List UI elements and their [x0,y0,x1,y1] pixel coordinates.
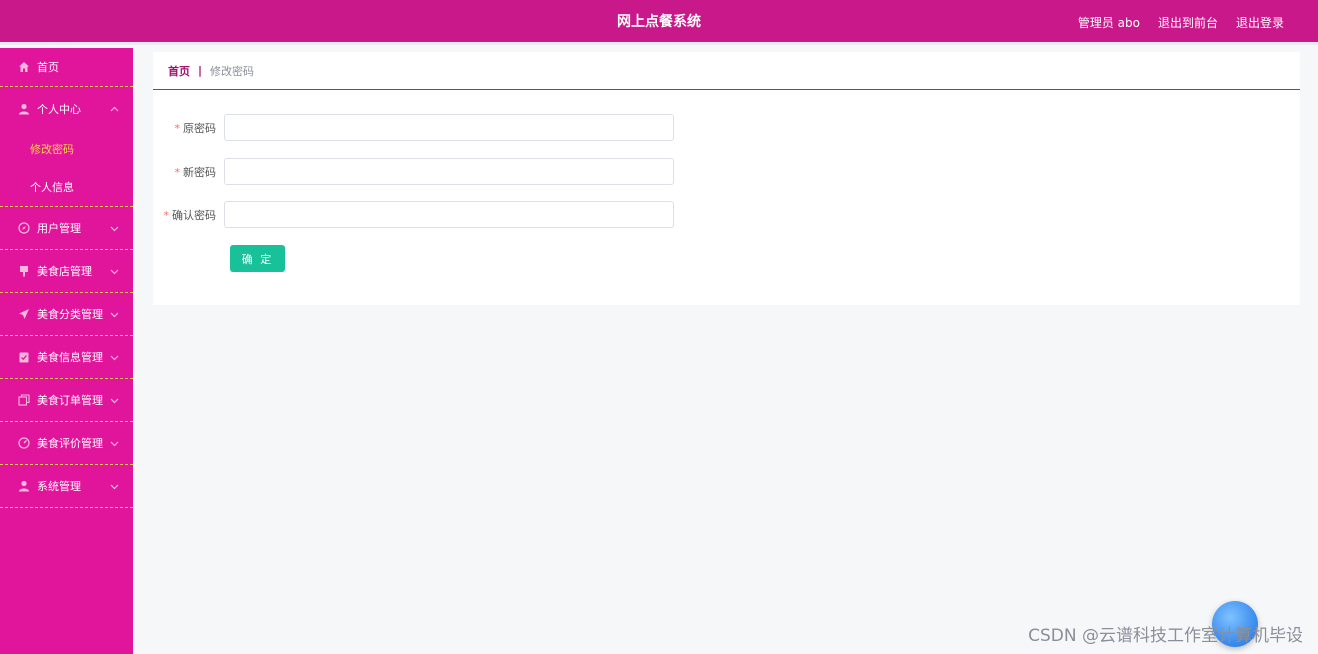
sidebar-item-order-management[interactable]: 美食订单管理 [0,379,133,422]
logout-link[interactable]: 退出登录 [1236,14,1284,31]
new-password-label: * 新密码 [153,164,224,180]
new-password-label-text: 新密码 [183,165,216,179]
sidebar: 首页 个人中心 修改密码 个人信息 用户管理 美食店管理 美食分类管理 美食信息… [0,48,133,654]
sidebar-item-label: 美食分类管理 [37,308,103,321]
sidebar-item-label: 美食评价管理 [37,437,103,450]
sidebar-item-label: 用户管理 [37,222,81,235]
old-password-input[interactable] [224,114,674,141]
breadcrumb: 首页 | 修改密码 [153,52,1300,90]
old-password-label: * 原密码 [153,120,224,136]
chevron-down-icon [110,309,119,318]
chevron-up-icon [110,104,119,113]
chevron-down-icon [110,438,119,447]
submit-button[interactable]: 确 定 [230,245,285,272]
sidebar-item-label: 美食信息管理 [37,351,103,364]
user-icon [18,103,30,115]
breadcrumb-home-link[interactable]: 首页 [168,63,190,79]
send-icon [18,308,30,320]
gauge-icon [18,437,30,449]
sidebar-item-user-management[interactable]: 用户管理 [0,207,133,250]
sidebar-item-food-info-management[interactable]: 美食信息管理 [0,336,133,379]
old-password-label-text: 原密码 [183,121,216,135]
old-password-row: * 原密码 [153,114,674,141]
compass-icon [18,222,30,234]
current-user-label: 管理员 abo [1077,16,1140,30]
sidebar-item-system-management[interactable]: 系统管理 [0,465,133,508]
confirm-password-input[interactable] [224,201,674,228]
sidebar-item-shop-management[interactable]: 美食店管理 [0,250,133,293]
sidebar-group-personal: 个人中心 修改密码 个人信息 [0,87,133,207]
copy-icon [18,394,30,406]
breadcrumb-separator: | [198,64,203,77]
required-mark: * [163,208,170,222]
required-mark: * [174,121,181,135]
chevron-down-icon [110,395,119,404]
new-password-row: * 新密码 [153,158,674,185]
chevron-down-icon [110,481,119,490]
confirm-password-label-text: 确认密码 [172,208,216,222]
sidebar-subitem-personal-info[interactable]: 个人信息 [0,168,133,206]
clipboard-icon [18,351,30,363]
sidebar-item-label: 系统管理 [37,480,81,493]
confirm-password-row: * 确认密码 [153,201,674,228]
chevron-down-icon [110,266,119,275]
sidebar-item-category-management[interactable]: 美食分类管理 [0,293,133,336]
breadcrumb-current: 修改密码 [210,64,255,78]
sidebar-item-label: 美食店管理 [37,265,92,278]
sidebar-subitem-change-password[interactable]: 修改密码 [0,130,133,168]
user-icon [18,480,30,492]
sidebar-item-label: 个人中心 [37,102,81,116]
sidebar-item-review-management[interactable]: 美食评价管理 [0,422,133,465]
chevron-down-icon [110,352,119,361]
sidebar-item-label: 首页 [37,61,59,74]
new-password-input[interactable] [224,158,674,185]
sidebar-item-label: 美食订单管理 [37,394,103,407]
exit-to-front-link[interactable]: 退出到前台 [1158,14,1218,31]
chevron-down-icon [110,223,119,232]
sidebar-item-personal-center[interactable]: 个人中心 [0,87,133,130]
required-mark: * [174,165,181,179]
main-panel: 首页 | 修改密码 * 原密码 * 新密码 * 确认密码 确 定 [153,52,1300,305]
watermark-text: CSDN @云谱科技工作室计算机毕设 [1028,626,1303,646]
confirm-password-label: * 确认密码 [153,207,224,223]
sidebar-item-home[interactable]: 首页 [0,48,133,87]
home-icon [18,61,30,73]
top-header: 网上点餐系统 管理员 abo 退出到前台 退出登录 [0,0,1318,45]
header-actions: 管理员 abo 退出到前台 退出登录 [1078,0,1284,45]
flag-icon [18,265,30,277]
